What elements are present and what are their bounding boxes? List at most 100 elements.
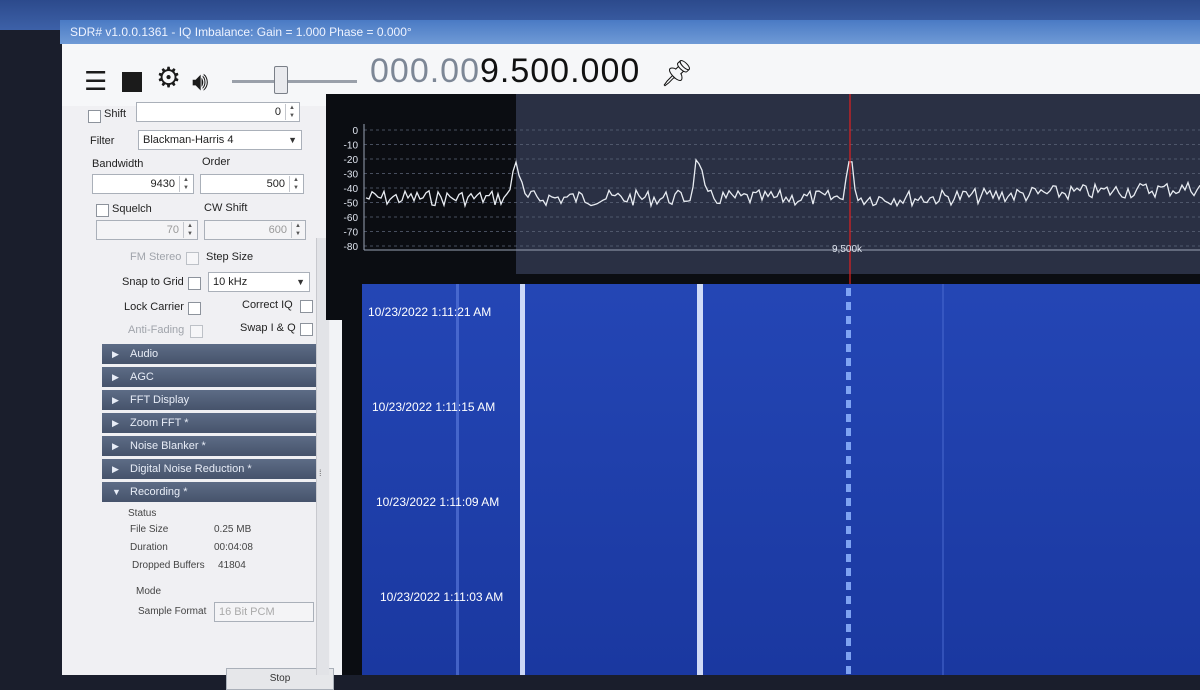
frequency-main-digits: 9.500.000 — [480, 52, 641, 90]
section-audio[interactable]: ▶ Audio — [102, 344, 316, 364]
dropped-buffers-label: Dropped Buffers — [132, 560, 205, 571]
lock-carrier-label: Lock Carrier — [124, 301, 184, 313]
shift-spinner[interactable]: ▲ ▼ — [285, 104, 298, 120]
section-noise-blanker[interactable]: ▶ Noise Blanker * — [102, 436, 316, 456]
order-value: 500 — [266, 178, 285, 190]
volume-slider-track[interactable] — [232, 80, 357, 83]
section-digital-noise-reduction[interactable]: ▶ Digital Noise Reduction * — [102, 459, 316, 479]
bandwidth-field[interactable]: 9430 ▲ ▼ — [92, 174, 194, 194]
y-tick-label: -50 — [344, 199, 359, 210]
section-fft-display[interactable]: ▶ FFT Display — [102, 390, 316, 410]
section-label: Digital Noise Reduction * — [130, 463, 252, 475]
frequency-display[interactable]: 000.009.500.000 — [370, 52, 640, 91]
gear-icon[interactable]: ⚙ — [156, 64, 181, 92]
bandwidth-spinner[interactable]: ▲ ▼ — [179, 176, 192, 192]
carrier-signal-segment — [846, 428, 851, 436]
cw-shift-label: CW Shift — [204, 202, 248, 214]
y-tick-label: -70 — [344, 228, 359, 239]
window-title: SDR# v1.0.0.1361 - IQ Imbalance: Gain = … — [60, 20, 1200, 44]
fm-stereo-label: FM Stereo — [130, 251, 182, 263]
file-size-value: 0.25 MB — [214, 524, 252, 535]
anti-fading-label: Anti-Fading — [128, 324, 185, 336]
carrier-signal-segment — [846, 526, 851, 534]
filter-select[interactable]: Blackman-Harris 4 ▼ — [138, 130, 302, 150]
snap-to-grid-checkbox[interactable] — [188, 277, 201, 290]
frequency-dim-digits: 000.00 — [370, 52, 480, 90]
carrier-signal-segment — [846, 316, 851, 324]
chevron-down-icon: ▼ — [288, 135, 297, 145]
carrier-signal-segment — [846, 288, 851, 296]
shift-label: Shift — [104, 108, 127, 120]
carrier-signal-segment — [846, 386, 851, 394]
sample-format-label: Sample Format — [138, 606, 207, 617]
carrier-signal-segment — [846, 330, 851, 338]
correct-iq-checkbox[interactable] — [300, 300, 313, 313]
carrier-signal-segment — [846, 638, 851, 646]
swap-iq-label: Swap I & Q — [240, 322, 296, 334]
step-size-select[interactable]: 10 kHz ▼ — [208, 272, 310, 292]
filter-value: Blackman-Harris 4 — [143, 134, 234, 146]
squelch-checkbox[interactable] — [96, 204, 109, 217]
fm-stereo-checkbox[interactable] — [186, 252, 199, 265]
carrier-signal-segment — [846, 512, 851, 520]
section-label: AGC — [130, 371, 154, 383]
left-panel: Shift 0 ▲ ▼ Filter Blackman-Harris 4 ▼ Band… — [62, 102, 334, 690]
shift-field[interactable]: 0 ▲ ▼ — [136, 102, 300, 122]
anti-fading-checkbox[interactable] — [190, 325, 203, 338]
cw-shift-field[interactable]: 600 ▲ ▼ — [204, 220, 306, 240]
carrier-signal-segment — [846, 414, 851, 422]
section-recording[interactable]: ▼ Recording * — [102, 482, 316, 502]
shift-value: 0 — [274, 106, 281, 118]
speaker-icon[interactable]: 🔊︎ — [192, 68, 208, 94]
y-tick-label: 0 — [352, 126, 358, 137]
section-zoom-fft[interactable]: ▶ Zoom FFT * — [102, 413, 316, 433]
y-tick-label: -40 — [344, 184, 359, 195]
carrier-signal-segment — [846, 302, 851, 310]
section-label: Noise Blanker * — [130, 440, 206, 452]
sample-format-select[interactable]: 16 Bit PCM — [214, 602, 314, 622]
carrier-signal-segment — [846, 358, 851, 366]
correct-iq-label: Correct IQ — [242, 299, 293, 311]
carrier-signal-segment — [846, 470, 851, 478]
carrier-signal-segment — [846, 596, 851, 604]
step-size-label: Step Size — [206, 251, 254, 263]
step-size-value: 10 kHz — [213, 276, 248, 288]
carrier-signal-segment — [846, 400, 851, 408]
file-size-label: File Size — [130, 524, 169, 535]
section-label: Recording * — [130, 486, 188, 498]
stop-icon[interactable] — [122, 72, 142, 92]
volume-slider-thumb[interactable] — [274, 66, 288, 94]
signal-trace-line — [456, 284, 459, 675]
order-field[interactable]: 500 ▲ ▼ — [200, 174, 304, 194]
carrier-signal-segment — [846, 610, 851, 618]
carrier-signal-segment — [846, 554, 851, 562]
section-agc[interactable]: ▶ AGC — [102, 367, 316, 387]
cw-shift-spinner[interactable]: ▲ ▼ — [291, 222, 304, 238]
section-label: FFT Display — [130, 394, 190, 406]
sample-format-value: 16 Bit PCM — [219, 606, 275, 618]
duration-value: 00:04:08 — [214, 542, 253, 553]
squelch-label: Squelch — [112, 203, 152, 215]
recording-status-label: Status — [128, 508, 157, 519]
y-tick-label: -60 — [344, 213, 359, 224]
squelch-spinner[interactable]: ▲ ▼ — [183, 222, 196, 238]
pin-icon[interactable]: 📌︎ — [660, 58, 693, 89]
swap-iq-checkbox[interactable] — [300, 323, 313, 336]
lock-carrier-checkbox[interactable] — [188, 302, 201, 315]
bandwidth-label: Bandwidth — [92, 158, 144, 170]
squelch-field[interactable]: 70 ▲ ▼ — [96, 220, 198, 240]
carrier-signal-segment — [846, 568, 851, 576]
menu-icon[interactable]: ☰ — [84, 68, 107, 94]
carrier-signal-segment — [846, 344, 851, 352]
carrier-signal-segment — [846, 484, 851, 492]
chevron-right-icon: ▶ — [112, 418, 119, 428]
scroll-grip-icon: ⁞ — [319, 468, 322, 478]
filter-label: Filter — [90, 135, 115, 147]
order-spinner[interactable]: ▲ ▼ — [289, 176, 302, 192]
mode-label: Mode — [136, 586, 162, 597]
waterfall-display[interactable]: 10/23/2022 1:11:21 AM 10/23/2022 1:11:15 … — [342, 284, 1200, 675]
shift-checkbox[interactable] — [88, 110, 101, 123]
carrier-signal-segment — [846, 540, 851, 548]
waterfall-timestamp: 10/23/2022 1:11:03 AM — [380, 590, 503, 604]
y-tick-label: -30 — [344, 170, 359, 181]
